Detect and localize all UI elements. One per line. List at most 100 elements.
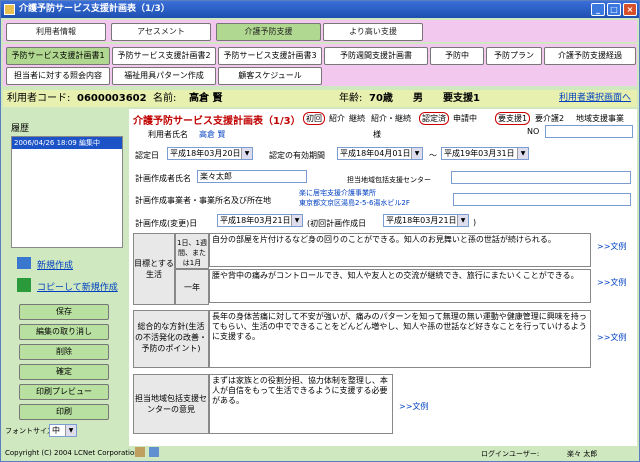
tilde: ～	[429, 151, 437, 160]
subtab-plan1[interactable]: 予防サービス支援計画書1	[6, 47, 110, 65]
history-list[interactable]: 2006/04/26 18:09 編集中	[11, 136, 123, 248]
copy-doc-icon	[17, 278, 31, 292]
tab-assessment[interactable]: アセスメント	[111, 23, 211, 41]
subtab-plan[interactable]: 予防プラン	[486, 47, 542, 65]
new-create-link[interactable]: 新規作成	[37, 258, 73, 271]
valid-to-select[interactable]: 平成19年03月31日 ▼	[441, 147, 529, 160]
badge-certified[interactable]: 認定済	[419, 112, 449, 125]
policy-textarea[interactable]: 長年の身体苦痛に対して不安が強いが、痛みのパターンを知って無理の無い運動や健康管…	[209, 310, 591, 368]
subtab-weekly[interactable]: 予防週間支援計画書	[324, 47, 428, 65]
delete-button[interactable]: 削除	[19, 344, 109, 360]
opt-care2[interactable]: 要介護2	[535, 113, 564, 124]
font-size-select[interactable]: 中 ▼	[49, 424, 77, 437]
creator-field[interactable]: 楽々太郎	[197, 170, 307, 183]
opt-applying[interactable]: 申請中	[453, 113, 477, 124]
save-button[interactable]: 保存	[19, 304, 109, 320]
goal-year-textarea[interactable]: 腰や背中の痛みがコントロールでき、知人や友人との交流が継続でき、旅行にまたいくこ…	[209, 269, 591, 303]
new-doc-icon	[17, 257, 31, 269]
example-link-goal-year[interactable]: >>文例	[597, 277, 626, 288]
creator-label: 計画作成者氏名	[135, 174, 191, 183]
policy-label: 総合的な方針(生活の不活発化の改善・予防のポイント)	[133, 310, 209, 368]
office-label: 計画作成事業者・事業所名及び所在地	[135, 196, 271, 205]
chevron-down-icon: ▼	[457, 215, 468, 226]
center-field[interactable]	[451, 171, 631, 184]
title-bar: 介護予防サービス支援計画表（1/3） _ □ ×	[1, 1, 639, 18]
first-plan-select[interactable]: 平成18年03月21日 ▼	[383, 214, 469, 227]
app-icon	[4, 4, 15, 15]
opt-continue[interactable]: 継続	[349, 113, 365, 124]
info-icon	[149, 447, 159, 457]
no-label: NO	[527, 127, 540, 136]
care-level: 要支援1	[443, 93, 480, 104]
print-button[interactable]: 印刷	[19, 404, 109, 420]
user-select-link[interactable]: 利用者選択画面へ	[559, 90, 631, 107]
goal-label: 目標とする生活	[133, 233, 175, 305]
history-item[interactable]: 2006/04/26 18:09 編集中	[12, 137, 122, 149]
maximize-button[interactable]: □	[607, 3, 621, 16]
opt-referral-continue[interactable]: 紹介・継続	[371, 113, 411, 124]
copyright: Copyright (C) 2004 LCNet Corporation	[5, 449, 139, 457]
office-field[interactable]	[453, 193, 631, 206]
honorific: 様	[373, 130, 381, 139]
user-age: 70歳	[369, 93, 393, 104]
center-opinion-label: 担当地域包括支援センターの意見	[133, 374, 209, 434]
office-address: 東京都文京区湯島2-5-6湯水ビル2F	[299, 199, 410, 207]
copy-create-link[interactable]: コピーして新規作成	[37, 280, 118, 293]
subtab-progress[interactable]: 介護予防支援経過	[544, 47, 636, 65]
chevron-down-icon: ▼	[65, 425, 76, 436]
user-code: 0600003602	[77, 93, 147, 104]
cert-date-select[interactable]: 平成18年03月20日 ▼	[167, 147, 253, 160]
opt-regional[interactable]: 地域支援事業	[576, 113, 624, 124]
minimize-button[interactable]: _	[591, 3, 605, 16]
confirm-button[interactable]: 確定	[19, 364, 109, 380]
chevron-down-icon: ▼	[517, 148, 528, 159]
subtab-schedule[interactable]: 顧客スケジュール	[218, 67, 322, 85]
tab-user-info[interactable]: 利用者情報	[6, 23, 106, 41]
plan-date-label: 計画作成(変更)日	[135, 219, 198, 228]
tab-prevention-support[interactable]: 介護予防支援	[216, 23, 321, 41]
chevron-down-icon: ▼	[291, 215, 302, 226]
center-opinion-textarea[interactable]: まずは家族との役割分担、協力体制を整理し、本人が自信をもって生活できるように支援…	[209, 374, 393, 434]
user-name: 高倉 賢	[189, 93, 223, 104]
help-icon	[135, 447, 145, 457]
valid-period-label: 認定の有効期間	[269, 151, 325, 160]
center-label: 担当地域包括支援センター	[347, 176, 431, 184]
cert-date-label: 認定日	[135, 151, 159, 160]
plan-date-select[interactable]: 平成18年03月21日 ▼	[217, 214, 303, 227]
example-link-goal-day[interactable]: >>文例	[597, 241, 626, 252]
user-info-bar: 利用者コード: 0600003602 名前: 高倉 賢 年齢: 70歳 男 要支…	[3, 90, 637, 107]
close-button[interactable]: ×	[623, 3, 637, 16]
subtab-equipment[interactable]: 福祉用具パターン作成	[112, 67, 216, 85]
chevron-down-icon: ▼	[241, 148, 252, 159]
font-size-label: フォントサイズ	[5, 427, 54, 435]
no-field[interactable]	[545, 125, 633, 138]
subtab-plan3[interactable]: 予防サービス支援計画書3	[218, 47, 322, 65]
print-preview-button[interactable]: 印刷プレビュー	[19, 384, 109, 400]
valid-from-select[interactable]: 平成18年04月01日 ▼	[337, 147, 423, 160]
user-name-label: 利用者氏名	[148, 130, 188, 139]
user-sex: 男	[413, 93, 423, 104]
chevron-down-icon: ▼	[411, 148, 422, 159]
tab-higher-support[interactable]: より高い支援	[323, 23, 423, 41]
user-code-label: 利用者コード:	[7, 93, 71, 104]
name-label: 名前:	[153, 93, 177, 104]
opt-referral[interactable]: 紹介	[329, 113, 345, 124]
period-year-label: 一年	[175, 269, 209, 305]
period-day-label: 1日、1週間、または1月	[175, 233, 209, 269]
age-label: 年齢:	[339, 93, 363, 104]
login-label: ログインユーザー:	[481, 450, 540, 458]
example-link-policy[interactable]: >>文例	[597, 332, 626, 343]
cancel-edit-button[interactable]: 編集の取り消し	[19, 324, 109, 340]
subtab-middle[interactable]: 予防中	[430, 47, 484, 65]
badge-first[interactable]: 初回	[303, 112, 325, 125]
badge-support1[interactable]: 要支援1	[495, 112, 531, 125]
subtab-inquiry[interactable]: 担当者に対する照会内容	[6, 67, 110, 85]
subtab-plan2[interactable]: 予防サービス支援計画書2	[112, 47, 216, 65]
first-plan-label: (初回計画作成日	[307, 219, 367, 228]
goal-day-textarea[interactable]: 自分の部屋を片付けるなど身の回りのことができる。知人のお見舞いと孫の世話が続けら…	[209, 233, 591, 267]
app-window: 介護予防サービス支援計画表（1/3） _ □ × 利用者情報 アセスメント 介護…	[0, 0, 640, 462]
form-title: 介護予防サービス支援計画表（1/3）	[133, 116, 301, 127]
example-link-opinion[interactable]: >>文例	[399, 401, 428, 412]
login-user: 楽々 太郎	[567, 450, 598, 458]
history-label: 履歴	[11, 124, 30, 134]
